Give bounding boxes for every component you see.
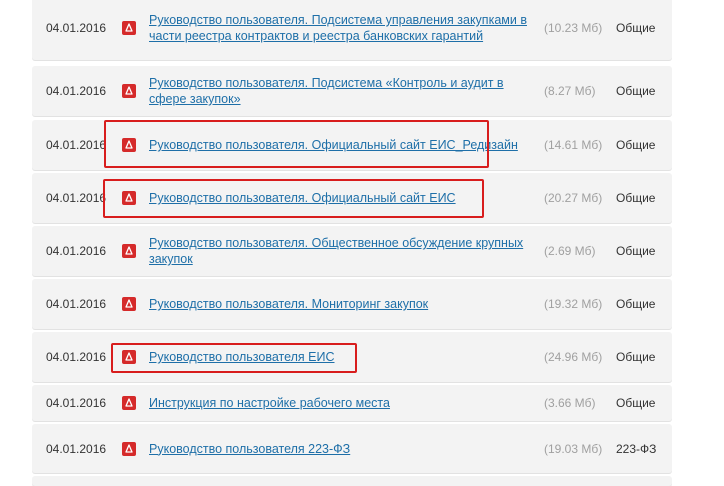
document-link[interactable]: Руководство пользователя ЕИС — [149, 349, 534, 365]
document-size: (24.96 Мб) — [544, 350, 603, 364]
pdf-icon[interactable] — [122, 191, 136, 205]
document-category: Общие — [616, 21, 656, 35]
document-size: (10.23 Мб) — [544, 21, 603, 35]
document-row: 04.01.2016 Руководство пользователя. Офи… — [32, 173, 672, 223]
document-date: 04.01.2016 — [46, 297, 107, 311]
document-date: 04.01.2016 — [46, 84, 107, 98]
pdf-icon[interactable] — [122, 244, 136, 258]
document-link[interactable]: Руководство пользователя. Официальный са… — [149, 137, 534, 153]
document-row: 04.01.2016 Руководство пользователя. Под… — [32, 0, 672, 60]
document-link[interactable]: Руководство пользователя. Официальный са… — [149, 190, 534, 206]
document-date: 04.01.2016 — [46, 191, 107, 205]
document-date: 04.01.2016 — [46, 244, 107, 258]
document-size: (19.03 Мб) — [544, 441, 603, 456]
document-link[interactable]: Инструкция по настройке рабочего места — [149, 395, 534, 411]
document-category: Общие — [616, 244, 656, 258]
document-category: 223-ФЗ — [616, 441, 657, 456]
pdf-icon[interactable] — [122, 21, 136, 35]
document-link[interactable]: Руководство пользователя 223-ФЗ — [149, 441, 534, 457]
document-date: 04.01.2016 — [46, 138, 107, 152]
document-row: 04.01.2016 Руководство пользователя. Мон… — [32, 279, 672, 329]
document-row: 04.01.2016 Руководство пользователя. Под… — [32, 66, 672, 116]
document-link[interactable]: Руководство пользователя. Подсистема упр… — [149, 12, 534, 44]
pdf-icon[interactable] — [122, 441, 136, 456]
document-row: 04.01.2016 Руководство пользователя 223-… — [32, 424, 672, 473]
pdf-icon[interactable] — [122, 396, 136, 410]
document-date: 04.01.2016 — [46, 441, 107, 456]
document-date: 04.01.2016 — [46, 350, 107, 364]
pdf-icon[interactable] — [122, 138, 136, 152]
document-size: (19.32 Мб) — [544, 297, 603, 311]
document-category: Общие — [616, 350, 656, 364]
document-size: (3.66 Мб) — [544, 396, 596, 410]
document-size: (14.61 Мб) — [544, 138, 603, 152]
document-link[interactable]: Руководство пользователя. Общественное о… — [149, 235, 534, 267]
document-row: 04.01.2016 Руководство пользователя. Офи… — [32, 120, 672, 170]
document-date: 04.01.2016 — [46, 21, 107, 35]
document-category: Общие — [616, 396, 656, 410]
pdf-icon[interactable] — [122, 350, 136, 364]
document-size: (20.27 Мб) — [544, 191, 603, 205]
pdf-icon[interactable] — [122, 84, 136, 98]
document-link[interactable]: Руководство пользователя. Мониторинг зак… — [149, 296, 534, 312]
document-row: 04.01.2016 Руководство пользователя ЕИС … — [32, 332, 672, 382]
document-size: (2.69 Мб) — [544, 244, 596, 258]
document-row: 04.01.2016 Руководство пользователя. Общ… — [32, 226, 672, 276]
document-category: Общие — [616, 191, 656, 205]
document-date: 04.01.2016 — [46, 396, 107, 410]
document-category: Общие — [616, 138, 656, 152]
document-size: (8.27 Мб) — [544, 84, 596, 98]
document-category: Общие — [616, 297, 656, 311]
document-link[interactable]: Руководство пользователя. Подсистема «Ко… — [149, 75, 534, 107]
pdf-icon[interactable] — [122, 297, 136, 311]
document-category: Общие — [616, 84, 656, 98]
document-row: 04.01.2016 Инструкция по настройке рабоч… — [32, 385, 672, 421]
